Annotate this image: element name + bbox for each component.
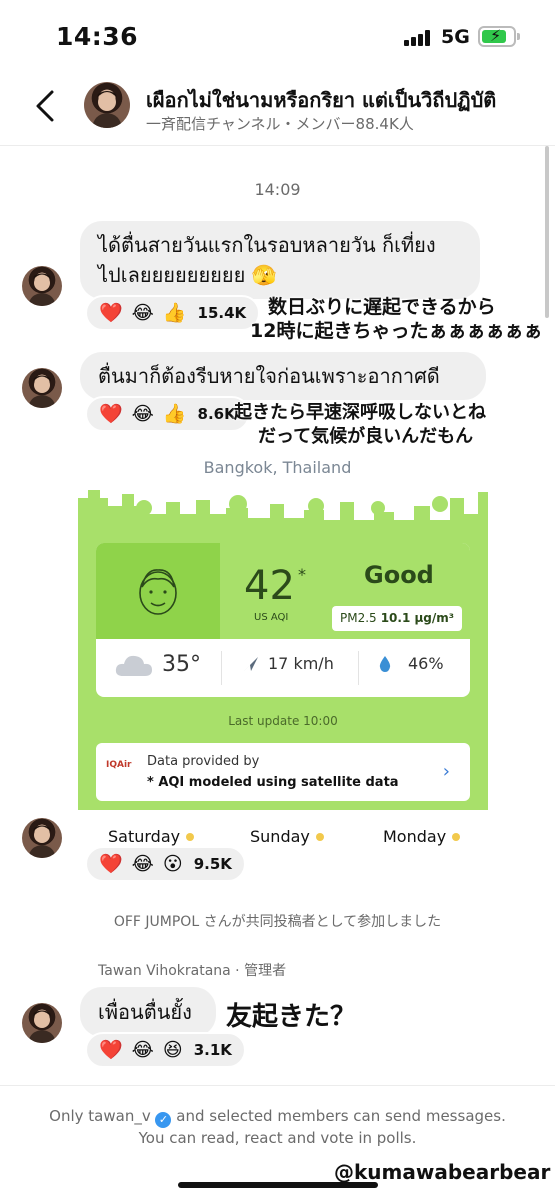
notice-text: and selected members can send messages. (176, 1107, 506, 1125)
laughing-icon[interactable]: 😂 (132, 854, 154, 874)
thumbs-up-icon[interactable]: 👍 (163, 303, 187, 323)
message-timestamp: 14:09 (254, 180, 301, 199)
channel-subtitle: 一斉配信チャンネル・メンバー88.4K人 (146, 115, 414, 133)
aqi-value: 42 (244, 563, 295, 609)
message-text: ได้ตื่นสายวันแรกในรอบหลายวัน ก็เที่ยง (98, 233, 436, 257)
sun-dot-icon (186, 832, 195, 841)
reaction-bar[interactable]: ❤️ 😂 😮 9.5K (85, 846, 246, 882)
reaction-bar[interactable]: ❤️ 😂 👍 15.4K (85, 295, 261, 331)
permission-notice: Only tawan_v ✓ and selected members can … (0, 1106, 555, 1149)
message-text: ไปเลยยยยยยยยย 🫣 (98, 263, 277, 287)
network-label: 5G (441, 26, 470, 48)
channel-avatar[interactable] (84, 82, 130, 128)
last-update: Last update 10:00 (228, 714, 338, 728)
humidity-icon (379, 655, 391, 672)
weather-row: 35° 17 km/h 46% (96, 639, 470, 697)
channel-title[interactable]: เผือกไม่ใช่นามหรือกริยา แต่เป็นวิถีปฏิบั… (146, 84, 541, 116)
aqi-status: Good (364, 561, 434, 589)
pm25-badge: PM2.5 10.1 µg/m³ (332, 606, 463, 631)
aqi-summary: 42 * US AQI Good PM2.5 10.1 µg/m³ 35° 17 … (96, 543, 470, 697)
caption-overlay: だって気候が良いんだもん (258, 426, 474, 447)
caption-overlay: 友起きた？ (226, 1002, 357, 1032)
caption-overlay: 数日ぶりに遅起できるから (268, 296, 496, 318)
laughing-icon[interactable]: 😂 (132, 1040, 154, 1060)
scrollbar[interactable] (545, 146, 549, 318)
status-time: 14:36 (56, 22, 139, 51)
footer-divider (0, 1085, 555, 1086)
grinning-squint-icon[interactable]: 😆 (163, 1040, 183, 1060)
face-icon (96, 543, 220, 639)
data-provider-row[interactable]: IQAir Data provided by * AQI modeled usi… (96, 743, 470, 801)
sender-label: Tawan Vihokratana · 管理者 (98, 963, 287, 979)
provider-note: * AQI modeled using satellite data (147, 775, 399, 790)
aqi-unit: US AQI (254, 612, 289, 623)
sender-avatar[interactable] (22, 1003, 62, 1043)
humidity-value: 46% (408, 654, 444, 673)
laughing-icon[interactable]: 😂 (132, 303, 154, 323)
caption-overlay: 起きたら早速深呼吸しないとね (234, 402, 486, 423)
heart-icon[interactable]: ❤️ (99, 303, 123, 323)
watermark: @kumawabearbear (334, 1160, 551, 1184)
reaction-count: 3.1K (193, 1041, 232, 1059)
status-bar: 14:36 5G ⚡ (0, 0, 555, 70)
day-label: Monday (383, 827, 447, 846)
message-text: เพื่อนตื่นยั้ง (98, 1000, 192, 1024)
temperature-value: 35° (162, 651, 201, 677)
wind-value: 17 km/h (268, 654, 334, 673)
day-label: Saturday (108, 827, 181, 846)
iqair-logo: IQAir (106, 760, 132, 770)
reaction-count: 8.6K (197, 405, 236, 423)
home-indicator[interactable] (178, 1182, 378, 1188)
provider-line: Data provided by (147, 754, 260, 769)
surprised-icon[interactable]: 😮 (163, 854, 183, 874)
message-bubble[interactable]: ได้ตื่นสายวันแรกในรอบหลายวัน ก็เที่ยง ไป… (80, 221, 480, 299)
reaction-bar[interactable]: ❤️ 😂 👍 8.6K (85, 396, 250, 432)
laughing-icon[interactable]: 😂 (132, 404, 154, 424)
heart-icon[interactable]: ❤️ (99, 404, 123, 424)
chevron-left-icon[interactable] (32, 88, 58, 124)
pm25-value: 10.1 µg/m³ (380, 611, 455, 625)
channel-header: เผือกไม่ใช่นามหรือกริยา แต่เป็นวิถีปฏิบั… (0, 70, 555, 146)
notice-text: Only tawan_v (49, 1107, 151, 1125)
system-message: OFF JUMPOL さんが共同投稿者として参加しました (113, 914, 442, 930)
cloud-icon (115, 655, 152, 676)
day-label: Sunday (250, 827, 310, 846)
message-bubble[interactable]: เพื่อนตื่นยั้ง (80, 987, 216, 1037)
sun-dot-icon (452, 832, 461, 841)
sender-avatar[interactable] (22, 368, 62, 408)
aqi-star: * (298, 565, 306, 584)
forecast-day: Saturday (108, 827, 195, 846)
forecast-day: Monday (383, 827, 461, 846)
reaction-bar[interactable]: ❤️ 😂 😆 3.1K (85, 1032, 246, 1068)
sender-avatar[interactable] (22, 266, 62, 306)
sender-avatar[interactable] (22, 818, 62, 858)
wind-direction-icon (244, 656, 258, 671)
message-bubble[interactable]: ตื่นมาก็ต้องรีบหายใจก่อนเพราะอากาศดี (80, 352, 486, 400)
forecast-day: Sunday (250, 827, 324, 846)
reaction-count: 15.4K (197, 304, 247, 322)
verified-badge-icon: ✓ (155, 1112, 172, 1128)
air-quality-card[interactable]: 42 * US AQI Good PM2.5 10.1 µg/m³ 35° 17 … (78, 484, 488, 810)
heart-icon[interactable]: ❤️ (99, 1040, 123, 1060)
chevron-right-icon[interactable]: › (443, 761, 450, 782)
sun-dot-icon (315, 832, 324, 841)
signal-icon (404, 30, 434, 46)
battery-icon: ⚡ (478, 26, 520, 47)
aqi-panel: 42 * US AQI Good PM2.5 10.1 µg/m³ (220, 543, 470, 639)
caption-overlay: 12時に起きちゃったぁぁぁぁぁぁ (250, 320, 543, 342)
heart-icon[interactable]: ❤️ (99, 854, 123, 874)
aq-location: Bangkok, Thailand (203, 458, 352, 477)
thumbs-up-icon[interactable]: 👍 (163, 404, 187, 424)
notice-text: You can read, react and vote in polls. (138, 1129, 417, 1147)
pm25-label: PM2.5 (340, 611, 377, 625)
message-text: ตื่นมาก็ต้องรีบหายใจก่อนเพราะอากาศดี (98, 364, 440, 388)
reaction-count: 9.5K (193, 855, 232, 873)
